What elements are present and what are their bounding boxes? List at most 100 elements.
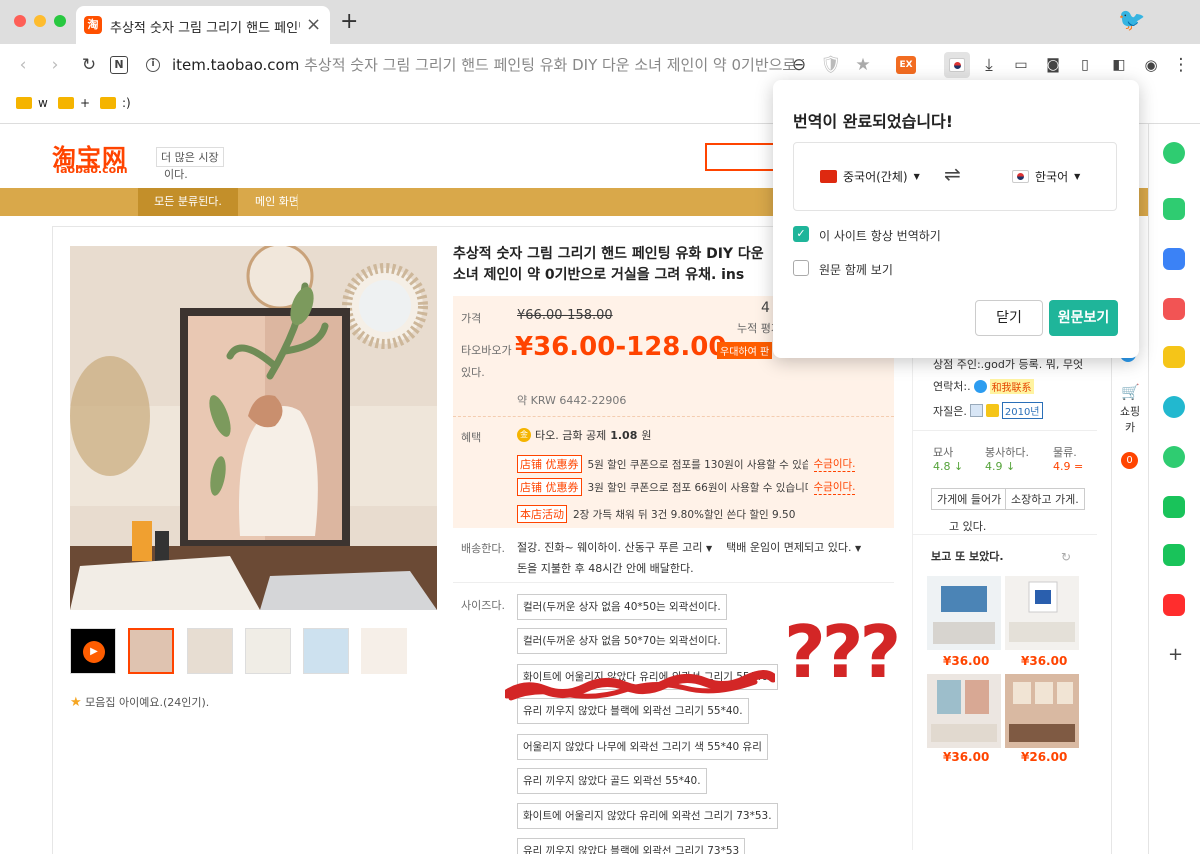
recommended-item-3[interactable] [927,674,1001,748]
close-window-button[interactable] [14,15,26,27]
shop-owner: 상점 주인:.god가 등록. 뭐, 무엇 [933,358,1084,371]
product-main-image[interactable] [70,246,437,610]
save-store-button[interactable]: 소장하고 가게. [1005,488,1085,510]
size-option[interactable]: 유리 끼우지 않았다 골드 외곽선 55*40. [517,768,707,794]
show-original-label[interactable]: 원문 함께 보기 [819,261,893,278]
benefit-label: 혜택 [461,431,482,444]
zoom-out-icon[interactable]: ⊖ [788,54,810,76]
thumbnail-2[interactable] [187,628,233,674]
camera-icon[interactable]: ◙ [1042,54,1064,76]
green-circle-app-icon[interactable] [1163,142,1185,164]
translate-extension-button[interactable] [944,52,970,78]
reload-icon[interactable]: ↻ [78,54,100,76]
menu-icon[interactable]: ⋮ [1170,54,1192,76]
korea-flag-icon [949,58,965,72]
play-app-icon[interactable] [1163,446,1185,468]
bookmark-folder-w[interactable]: w [16,96,48,110]
product-title: 추상적 숫자 그림 그리기 핸드 페인팅 유화 DIY 다운 소녀 제인이 약 … [453,246,764,283]
more-market-link[interactable]: 더 많은 시장 [156,147,224,167]
webtoon-app-icon[interactable] [1163,496,1185,518]
always-translate-label[interactable]: 이 사이트 항상 번역하기 [819,227,941,244]
shipping-fee[interactable]: 택배 운임이 면제되고 있다. [726,541,851,554]
coupon-tag: 店铺 优惠券 [517,478,582,496]
ex-extension-icon[interactable]: EX [896,56,916,74]
forward-icon[interactable]: › [44,54,66,76]
star-app-icon[interactable] [1163,346,1185,368]
new-tab-button[interactable]: + [340,11,358,33]
pocket-app-icon[interactable] [1163,298,1185,320]
equal-icon: = [1074,460,1084,473]
shipping-route[interactable]: 절강. 진화~ 웨이하이. 산동구 푸른 고리 [517,541,703,554]
down-arrow-icon: ↓ [954,460,964,473]
minimize-window-button[interactable] [34,15,46,27]
divider [913,430,1097,431]
thumbnail-1[interactable] [128,628,174,674]
search-input[interactable] [705,143,775,171]
green-square-app-icon[interactable] [1163,544,1185,566]
address-bar[interactable]: item.taobao.com 추상적 숫자 그림 그리기 핸드 페인팅 유화 … [172,54,804,76]
star-icon[interactable]: ★ [852,54,874,76]
thumbnail-5[interactable] [361,628,407,674]
chevron-down-icon: ▼ [913,172,920,181]
language-selector: 중국어(간체) ▼ ⇌ 한국어 ▼ [793,142,1117,211]
rec-price: ¥36.00 [943,654,990,668]
target-language-select[interactable]: 한국어 ▼ [1012,168,1080,185]
active-tab[interactable]: 淘 추상적 숫자 그림 그리기 핸드 페인팅 × [76,6,330,44]
split-view-icon[interactable]: ◧ [1108,54,1130,76]
size-option[interactable]: 컬러(두꺼운 상자 없음 40*50는 외곽선이다. [517,594,727,620]
shop-info-column: 상점 주인:.god가 등록. 뭐, 무엇 연락처:. 和我联系 자질은. 20… [912,340,1097,850]
now-app-icon[interactable] [1163,594,1185,616]
refresh-icon[interactable]: ↻ [1061,550,1071,564]
size-option[interactable]: 어울리지 않았다 나무에 외곽선 그리기 색 55*40 유리 [517,734,768,760]
thumbnail-4[interactable] [303,628,349,674]
cart-icon[interactable]: 🛒 [1121,383,1140,401]
add-app-icon[interactable]: + [1168,644,1183,665]
zoom-window-button[interactable] [54,15,66,27]
bookmark-folder-plus[interactable]: + [58,96,90,110]
sidebar-toggle-icon[interactable]: ▯ [1074,54,1096,76]
recommended-item-4[interactable] [1005,674,1079,748]
shop-since-badge: 2010년 [1001,402,1043,419]
chat-app-icon[interactable] [1163,396,1185,418]
download-icon[interactable]: ⤓ [978,54,1000,76]
bell-app-icon[interactable] [1163,198,1185,220]
favorites-count[interactable]: ★ 모음집 아이예요.(24인기). [70,694,209,710]
always-translate-checkbox[interactable]: ✓ [793,226,809,242]
rec-price: ¥26.00 [1021,750,1068,764]
close-button[interactable]: 닫기 [975,300,1043,336]
original-price: ¥66.00-158.00 [517,308,613,323]
all-categories-tab[interactable]: 모든 분류된다. [138,188,238,216]
profile-icon[interactable]: ◉ [1140,54,1162,76]
swap-languages-icon[interactable]: ⇌ [944,162,961,186]
source-language-select[interactable]: 중국어(간체) ▼ [820,168,920,185]
show-original-checkbox[interactable] [793,260,809,276]
view-original-button[interactable]: 원문보기 [1049,300,1118,336]
video-thumbnail[interactable]: ▶ [70,628,116,674]
tab-close-icon[interactable]: × [306,14,321,35]
recommended-item-1[interactable] [927,576,1001,650]
size-option[interactable]: 화이트에 어울리지 않았다 유리에 외곽선 그리기 73*53. [517,803,778,829]
contact-button[interactable]: 和我联系 [989,378,1034,394]
back-icon[interactable]: ‹ [12,54,34,76]
home-tab[interactable]: 메인 화면 [255,188,299,216]
size-option[interactable]: 유리 끼우지 않았다 블랙에 외곽선 그리기 73*53 [517,838,746,854]
enter-store-button[interactable]: 가게에 들어가 [931,488,1008,510]
store-event-tag: 本店活动 [517,505,567,523]
shield-icon[interactable]: 🛡 [820,54,842,76]
star-icon: ★ [70,695,82,710]
bookmark-folder-smile[interactable]: :) [100,96,131,110]
down-arrow-icon: ↓ [1006,460,1016,473]
thumbnail-3[interactable] [245,628,291,674]
score-service: 봉사하다. 4.9 ↓ [985,446,1029,473]
recommended-item-2[interactable] [1005,576,1079,650]
reader-icon[interactable]: N [110,56,128,74]
calendar-app-icon[interactable] [1163,248,1185,270]
cart-label[interactable]: 쇼핑카 [1118,404,1142,436]
claim-coupon-link[interactable]: 수금이다. [813,456,856,472]
video-icon[interactable]: ▭ [1010,54,1032,76]
info-icon[interactable]: i [146,58,160,72]
price-label: 가격 [461,312,482,325]
claim-coupon-link[interactable]: 수금이다. [813,479,856,495]
play-icon: ▶ [83,641,105,663]
size-option[interactable]: 컬러(두꺼운 상자 없음 50*70는 외곽선이다. [517,628,727,654]
